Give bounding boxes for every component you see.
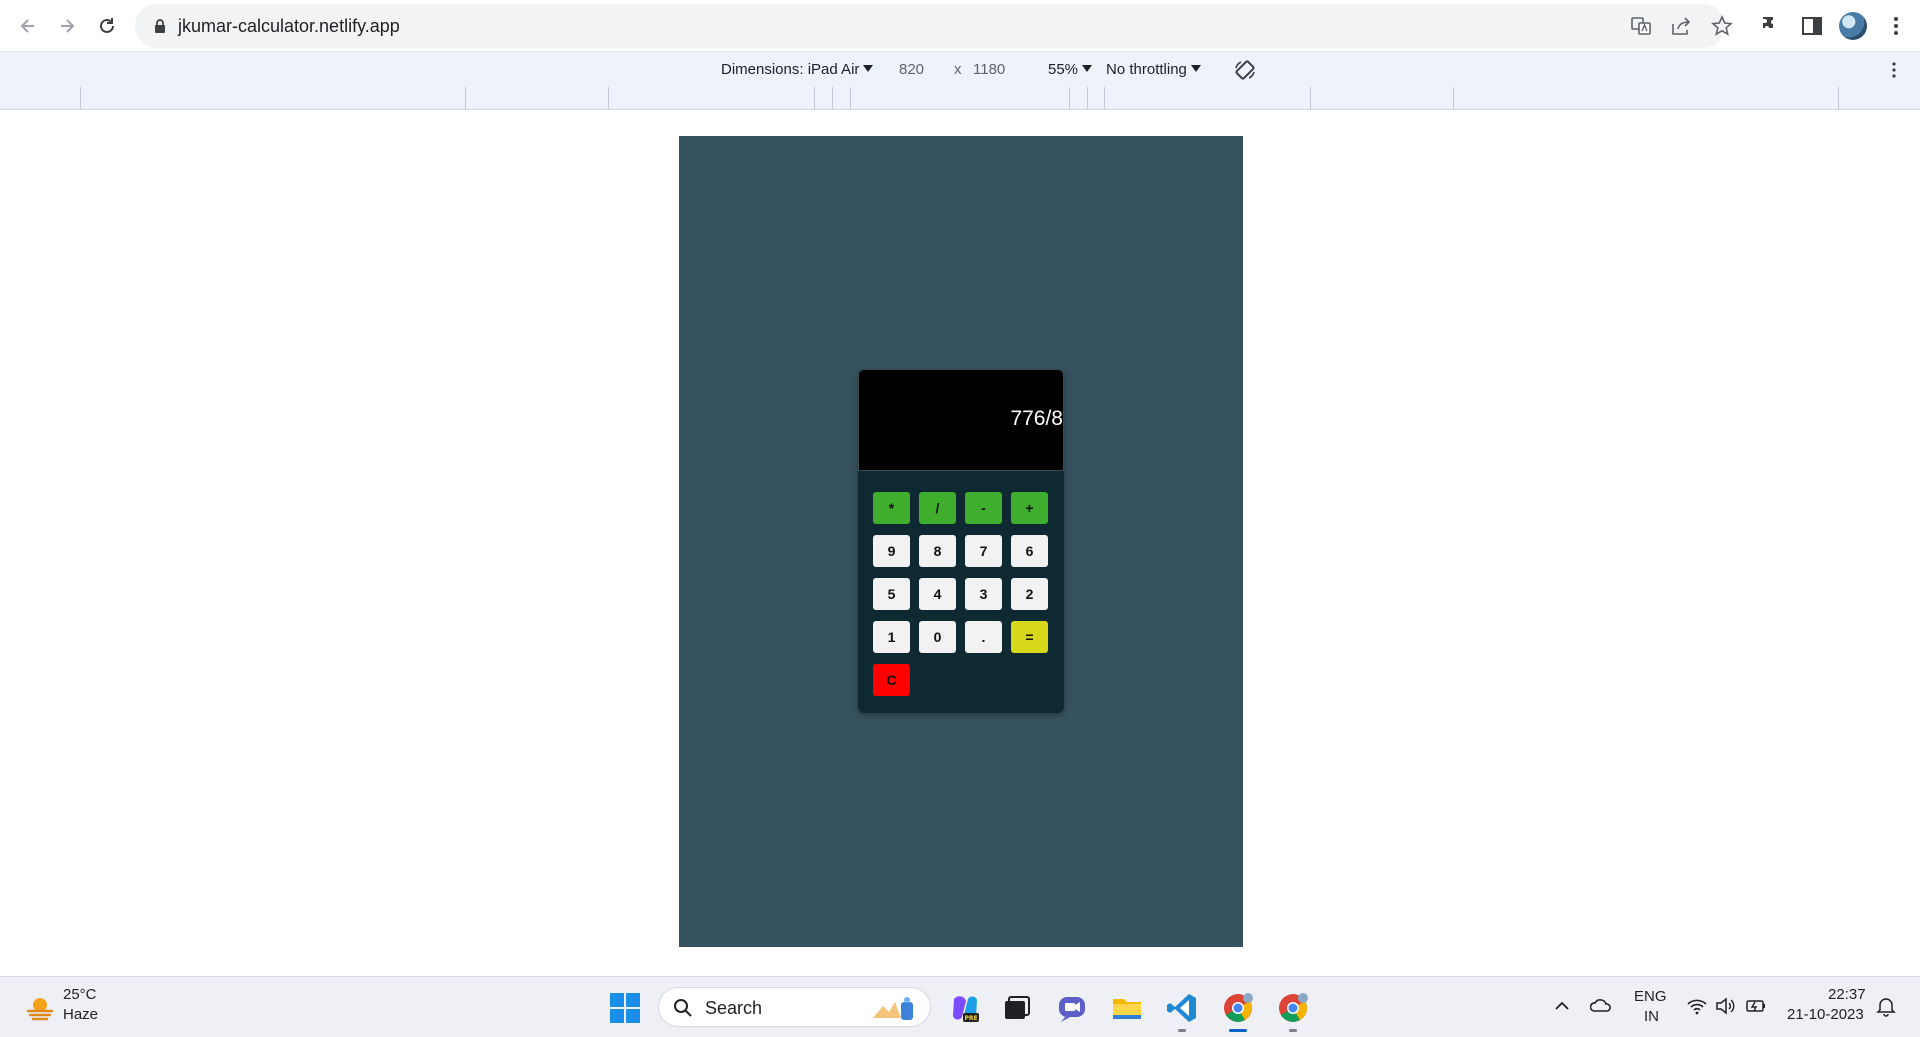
key-digit-6-button[interactable]: 6 bbox=[1011, 535, 1048, 567]
calculator: 776/8 * / - +9 8 7 6 5 4 3 2 1 0. = C bbox=[858, 369, 1064, 713]
clock-time[interactable]: 22:37 bbox=[1828, 986, 1866, 1003]
ruler-tick bbox=[80, 87, 81, 109]
device-dimensions-label: Dimensions: iPad Air bbox=[721, 61, 860, 78]
ruler-tick bbox=[1104, 87, 1105, 109]
translate-icon[interactable] bbox=[1630, 15, 1652, 37]
key-divide-button[interactable]: / bbox=[919, 492, 956, 524]
emulated-viewport: 776/8 * / - +9 8 7 6 5 4 3 2 1 0. = C bbox=[679, 136, 1243, 947]
ruler-tick bbox=[465, 87, 466, 109]
running-indicator bbox=[1289, 1029, 1297, 1032]
device-height-input[interactable]: 1180 bbox=[973, 61, 1005, 78]
key-digit-5-button[interactable]: 5 bbox=[873, 578, 910, 610]
key-clear-button[interactable]: C bbox=[873, 664, 910, 696]
teams-chat-icon[interactable] bbox=[1055, 991, 1089, 1025]
device-more-icon[interactable] bbox=[1884, 60, 1904, 80]
ruler-tick bbox=[832, 87, 833, 109]
device-toolbar: Dimensions: iPad Air 820 x 1180 55% No t… bbox=[0, 51, 1920, 88]
side-panel-icon[interactable] bbox=[1800, 14, 1824, 38]
key-digit-1-button[interactable]: 1 bbox=[873, 621, 910, 653]
chevron-down-icon bbox=[1082, 65, 1093, 72]
search-label: Search bbox=[705, 998, 763, 1018]
chevron-down-icon bbox=[1190, 65, 1201, 72]
ruler-tick bbox=[608, 87, 609, 109]
display-value: 776/8 bbox=[1010, 407, 1063, 430]
share-icon[interactable] bbox=[1670, 15, 1692, 37]
key-subtract-button[interactable]: - bbox=[965, 492, 1002, 524]
ruler-tick bbox=[850, 87, 851, 109]
key-digit-8-button[interactable]: 8 bbox=[919, 535, 956, 567]
copilot-icon[interactable]: PRE bbox=[948, 991, 982, 1025]
forward-arrow-icon bbox=[61, 19, 75, 33]
rotate-device-icon[interactable] bbox=[1233, 58, 1257, 82]
forward-button[interactable] bbox=[51, 10, 83, 42]
battery-icon[interactable] bbox=[1745, 995, 1767, 1017]
throttling-dropdown[interactable]: No throttling bbox=[1106, 61, 1201, 78]
chrome-icon[interactable] bbox=[1221, 991, 1255, 1025]
file-explorer-icon[interactable] bbox=[1110, 991, 1144, 1025]
key-equals-button[interactable]: = bbox=[1011, 621, 1048, 653]
clock-date[interactable]: 21-10-2023 bbox=[1787, 1006, 1864, 1023]
back-button[interactable] bbox=[12, 10, 44, 42]
search-highlight-icon bbox=[873, 997, 913, 1020]
chevron-up-icon[interactable] bbox=[1551, 995, 1573, 1017]
svg-text:PRE: PRE bbox=[964, 1015, 977, 1022]
calculator-display: 776/8 bbox=[858, 369, 1064, 471]
task-view-icon[interactable] bbox=[1000, 991, 1034, 1025]
key-digit-4-button[interactable]: 4 bbox=[919, 578, 956, 610]
taskbar-search[interactable]: Search bbox=[658, 987, 931, 1027]
key-multiply-button[interactable]: * bbox=[873, 492, 910, 524]
key-digit-3-button[interactable]: 3 bbox=[965, 578, 1002, 610]
dimension-separator: x bbox=[954, 61, 962, 78]
weather-haze-icon[interactable] bbox=[24, 991, 56, 1023]
ruler-tick bbox=[1069, 87, 1070, 109]
key-digit-2-button[interactable]: 2 bbox=[1011, 578, 1048, 610]
windows-taskbar: 25°C Haze Search PRE ENG IN 22:37 21-10-… bbox=[0, 976, 1920, 1037]
reload-button[interactable] bbox=[91, 10, 123, 42]
language-region[interactable]: IN bbox=[1644, 1008, 1659, 1025]
ruler-tick bbox=[814, 87, 815, 109]
device-dimensions-dropdown[interactable]: Dimensions: iPad Air bbox=[721, 61, 874, 78]
key-digit-0-button[interactable]: 0 bbox=[919, 621, 956, 653]
device-width-input[interactable]: 820 bbox=[899, 61, 924, 78]
more-menu-icon[interactable] bbox=[1884, 14, 1908, 38]
bookmark-star-icon[interactable] bbox=[1711, 15, 1733, 37]
volume-icon[interactable] bbox=[1714, 995, 1736, 1017]
reload-icon bbox=[100, 18, 114, 33]
ruler-tick bbox=[1838, 87, 1839, 109]
key-digit-9-button[interactable]: 9 bbox=[873, 535, 910, 567]
zoom-dropdown[interactable]: 55% bbox=[1048, 61, 1093, 78]
chevron-down-icon bbox=[863, 65, 874, 72]
ruler-tick bbox=[1087, 87, 1088, 109]
language-code[interactable]: ENG bbox=[1634, 988, 1667, 1005]
ruler-tick bbox=[1453, 87, 1454, 109]
active-indicator bbox=[1229, 1029, 1247, 1032]
address-bar[interactable]: jkumar-calculator.netlify.app bbox=[135, 4, 1733, 48]
ruler-tick bbox=[1310, 87, 1311, 109]
search-icon bbox=[674, 999, 692, 1017]
lock-icon bbox=[155, 19, 165, 33]
key-decimal-button[interactable]: . bbox=[965, 621, 1002, 653]
back-arrow-icon bbox=[20, 19, 34, 33]
chrome-profile-icon[interactable] bbox=[1276, 991, 1310, 1025]
media-query-ruler bbox=[0, 87, 1920, 110]
notification-bell-icon[interactable] bbox=[1875, 995, 1897, 1017]
zoom-label: 55% bbox=[1048, 61, 1079, 78]
profile-avatar[interactable] bbox=[1839, 12, 1867, 40]
wifi-icon[interactable] bbox=[1686, 995, 1708, 1017]
weather-description[interactable]: Haze bbox=[63, 1006, 98, 1023]
throttling-label: No throttling bbox=[1106, 61, 1187, 78]
weather-temperature[interactable]: 25°C bbox=[63, 986, 97, 1003]
key-digit-7-button[interactable]: 7 bbox=[965, 535, 1002, 567]
running-indicator bbox=[1178, 1029, 1186, 1032]
windows-start-icon[interactable] bbox=[609, 992, 641, 1024]
vscode-icon[interactable] bbox=[1165, 991, 1199, 1025]
url-text: jkumar-calculator.netlify.app bbox=[178, 16, 400, 36]
browser-toolbar: jkumar-calculator.netlify.app bbox=[0, 0, 1920, 51]
onedrive-icon[interactable] bbox=[1590, 995, 1612, 1017]
extensions-icon[interactable] bbox=[1760, 14, 1784, 38]
key-add-button[interactable]: + bbox=[1011, 492, 1048, 524]
